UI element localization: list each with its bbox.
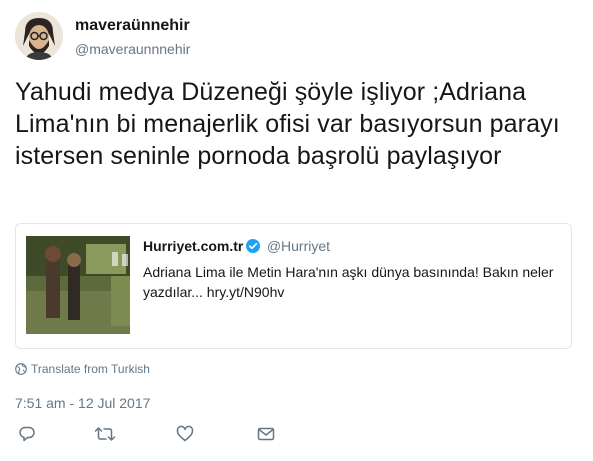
verified-badge-icon xyxy=(246,239,261,253)
quoted-tweet-text: Adriana Lima ile Metin Hara'nın aşkı dün… xyxy=(143,264,554,300)
translate-button[interactable]: Translate from Turkish xyxy=(15,362,150,376)
like-icon xyxy=(176,425,194,442)
reply-button[interactable] xyxy=(18,425,38,445)
author-names: maveraünnehir @maveraunnnehir xyxy=(75,16,190,59)
quoted-display-name[interactable]: Hurriyet.com.tr xyxy=(143,238,243,254)
author-handle[interactable]: @maveraunnnehir xyxy=(75,39,190,59)
reply-icon xyxy=(19,426,35,442)
author-display-name[interactable]: maveraünnehir xyxy=(75,16,190,36)
tweet-timestamp[interactable]: 7:51 am - 12 Jul 2017 xyxy=(15,395,150,411)
retweet-icon xyxy=(94,427,116,441)
like-button[interactable] xyxy=(176,425,196,445)
translate-label: Translate from Turkish xyxy=(31,362,150,376)
quoted-tweet-image[interactable] xyxy=(26,236,130,334)
retweet-button[interactable] xyxy=(94,425,116,445)
quoted-tweet-body: Hurriyet.com.tr @Hurriyet Adriana Lima i… xyxy=(143,238,561,302)
message-icon xyxy=(257,427,275,441)
tweet-text: Yahudi medya Düzeneği şöyle işliyor ;Adr… xyxy=(15,78,560,170)
quoted-handle[interactable]: @Hurriyet xyxy=(267,238,330,254)
globe-icon xyxy=(15,363,27,375)
quoted-tweet-header: Hurriyet.com.tr @Hurriyet xyxy=(143,238,561,256)
direct-message-button[interactable] xyxy=(257,425,277,445)
avatar[interactable] xyxy=(15,12,63,60)
tweet-header: maveraünnehir @maveraunnnehir xyxy=(15,10,578,62)
quoted-tweet-card[interactable]: Hurriyet.com.tr @Hurriyet Adriana Lima i… xyxy=(15,223,572,349)
